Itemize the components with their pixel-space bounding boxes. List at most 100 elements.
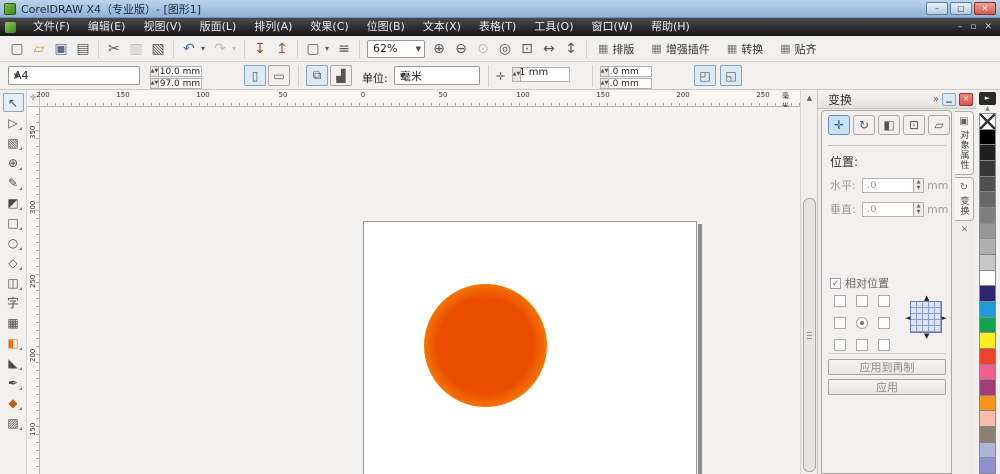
- transform-size-button[interactable]: ⊡: [903, 115, 925, 135]
- export-icon[interactable]: ↥: [272, 39, 292, 59]
- menu-item-10[interactable]: 窗口(W): [583, 18, 642, 36]
- page-height-stepper[interactable]: ▲▼: [150, 77, 159, 89]
- interactive-fill-tool[interactable]: ▨: [3, 413, 24, 432]
- anchor-point-8[interactable]: [878, 339, 890, 351]
- horizontal-input[interactable]: .0: [862, 177, 914, 193]
- undo-icon[interactable]: ↶: [179, 39, 199, 59]
- current-page-button[interactable]: ▟: [330, 65, 352, 86]
- color-swatch-14[interactable]: [979, 332, 996, 348]
- anchor-point-4[interactable]: [856, 317, 868, 329]
- plugins-button[interactable]: ▦ 增强插件: [646, 39, 717, 59]
- new-document-icon[interactable]: ▢: [7, 39, 27, 59]
- color-swatch-15[interactable]: [979, 347, 996, 364]
- freehand-tool[interactable]: ✎: [3, 173, 24, 192]
- paste-icon[interactable]: ▧: [148, 39, 168, 59]
- menu-item-7[interactable]: 文本(X): [414, 18, 470, 36]
- apply-button[interactable]: 应用: [828, 379, 946, 395]
- apply-to-duplicate-button[interactable]: 应用到再制: [828, 359, 946, 375]
- anchor-point-7[interactable]: [856, 339, 868, 351]
- snap-to-grid-button[interactable]: ◰: [694, 65, 716, 86]
- menu-item-5[interactable]: 效果(C): [301, 18, 357, 36]
- color-swatch-13[interactable]: [979, 316, 996, 333]
- table-tool[interactable]: ▦: [3, 313, 24, 332]
- zoom-page-icon[interactable]: ⊡: [517, 39, 537, 59]
- zoom-level-select[interactable]: 62% ▼: [367, 39, 425, 58]
- anchor-point-0[interactable]: [834, 295, 846, 307]
- color-swatch-6[interactable]: [979, 206, 996, 223]
- doc-minimize-button[interactable]: –: [958, 22, 963, 32]
- swatch-no-color[interactable]: [979, 113, 996, 129]
- doc-restore-button[interactable]: ▫: [970, 22, 976, 32]
- zoom-in-icon[interactable]: ⊕: [429, 39, 449, 59]
- menu-item-11[interactable]: 帮助(H): [642, 18, 699, 36]
- color-swatch-10[interactable]: [979, 269, 996, 286]
- horizontal-stepper[interactable]: ▲ ▼: [914, 177, 924, 193]
- drawing-canvas[interactable]: [40, 107, 800, 474]
- docker-options-icon[interactable]: »: [933, 94, 939, 105]
- snap-to-objects-button[interactable]: ◱: [720, 65, 742, 86]
- anchor-point-3[interactable]: [834, 317, 846, 329]
- color-swatch-7[interactable]: [979, 222, 996, 239]
- welcome-screen-icon[interactable]: ≡: [334, 39, 354, 59]
- color-swatch-9[interactable]: [979, 253, 996, 270]
- vertical-input[interactable]: .0: [862, 201, 914, 217]
- print-icon[interactable]: ▤: [73, 39, 93, 59]
- typesetting-button[interactable]: ▦ 排版: [593, 39, 642, 59]
- vertical-ruler[interactable]: 350 300 250 200 150: [27, 107, 40, 474]
- convert-button[interactable]: ▦ 转换: [722, 39, 771, 59]
- duplicate-x-stepper[interactable]: ▲▼: [600, 65, 609, 77]
- zoom-out-icon[interactable]: ⊖: [451, 39, 471, 59]
- relative-position-checkbox[interactable]: ✓ 相对位置: [830, 275, 889, 291]
- shape-tool[interactable]: ▷: [3, 113, 24, 132]
- docker-collapse-button[interactable]: ▁: [942, 92, 956, 106]
- nudge-stepper[interactable]: ▲▼: [512, 66, 521, 82]
- color-swatch-12[interactable]: [979, 300, 996, 317]
- menu-item-0[interactable]: 文件(F): [24, 18, 79, 36]
- docker-header[interactable]: 变换 » ▁ ✕: [818, 90, 976, 109]
- transform-scale-mirror-button[interactable]: ◧: [878, 115, 900, 135]
- page-preset-select[interactable]: A4 ▼: [8, 66, 140, 85]
- color-swatch-2[interactable]: [979, 144, 996, 160]
- launcher-dropdown-icon[interactable]: ▾: [322, 39, 332, 59]
- pick-tool[interactable]: ↖: [2, 93, 24, 112]
- gradient-circle-object[interactable]: [424, 284, 547, 407]
- menu-item-2[interactable]: 视图(V): [134, 18, 190, 36]
- duplicate-y-stepper[interactable]: ▲▼: [600, 77, 609, 89]
- page[interactable]: [363, 221, 697, 474]
- color-swatch-8[interactable]: [979, 238, 996, 254]
- tab-object-properties[interactable]: ▣ 对象属性: [955, 111, 974, 175]
- portrait-button[interactable]: ▯: [244, 65, 266, 86]
- doc-close-button[interactable]: ✕: [984, 22, 992, 32]
- zoom-height-icon[interactable]: ↕: [561, 39, 581, 59]
- smart-fill-tool[interactable]: ◩: [3, 193, 24, 212]
- menu-item-3[interactable]: 版面(L): [191, 18, 246, 36]
- scroll-up-icon[interactable]: ▲: [803, 92, 816, 105]
- page-width-stepper[interactable]: ▲▼: [150, 65, 159, 77]
- eyedropper-tool[interactable]: ◣: [3, 353, 24, 372]
- color-swatch-22[interactable]: [979, 457, 996, 474]
- vertical-stepper[interactable]: ▲ ▼: [914, 201, 924, 217]
- landscape-button[interactable]: ▭: [268, 65, 290, 86]
- tab-transform[interactable]: ↻ 变换: [955, 177, 974, 221]
- fill-tool[interactable]: ◆: [3, 393, 24, 412]
- close-button[interactable]: ✕: [974, 2, 996, 15]
- color-swatch-3[interactable]: [979, 159, 996, 176]
- zoom-selected-icon[interactable]: ◎: [495, 39, 515, 59]
- polygon-tool[interactable]: ◇: [3, 253, 24, 272]
- color-swatch-1[interactable]: [979, 128, 996, 145]
- color-swatch-19[interactable]: [979, 410, 996, 427]
- color-swatch-18[interactable]: [979, 394, 996, 411]
- crop-tool[interactable]: ▧: [3, 133, 24, 152]
- cut-icon[interactable]: ✂: [104, 39, 124, 59]
- color-swatch-11[interactable]: [979, 285, 996, 301]
- color-swatch-4[interactable]: [979, 175, 996, 192]
- docker-close-button[interactable]: ✕: [959, 92, 973, 106]
- zoom-tool[interactable]: ⊕: [3, 153, 24, 172]
- outline-pen-tool[interactable]: ✒: [3, 373, 24, 392]
- scrollbar-thumb[interactable]: [803, 198, 816, 472]
- menu-item-9[interactable]: 工具(O): [525, 18, 582, 36]
- transform-rotate-button[interactable]: ↻: [853, 115, 875, 135]
- horizontal-ruler[interactable]: 200 150 100 50 0 50 100 150 200 250 毫米: [36, 90, 800, 110]
- menu-item-8[interactable]: 表格(T): [470, 18, 525, 36]
- menu-item-6[interactable]: 位图(B): [358, 18, 414, 36]
